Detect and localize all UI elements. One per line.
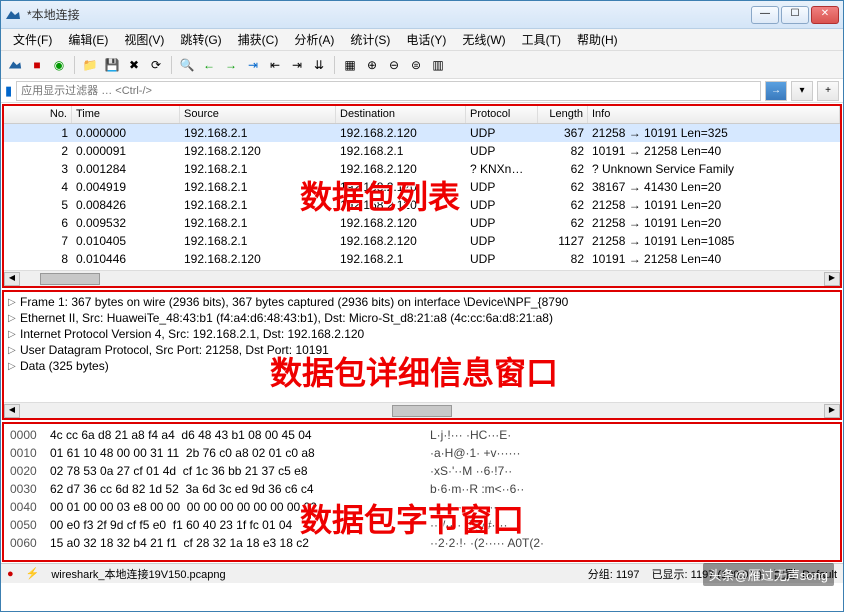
save-icon[interactable]: 💾 <box>102 55 122 75</box>
minimize-button[interactable]: — <box>751 6 779 24</box>
col-source[interactable]: Source <box>180 106 336 123</box>
menu-help[interactable]: 帮助(H) <box>569 29 626 50</box>
title-bar: *本地连接 — ☐ ✕ <box>1 1 843 29</box>
maximize-button[interactable]: ☐ <box>781 6 809 24</box>
hex-row[interactable]: 006015 a0 32 18 32 b4 21 f1 cf 28 32 1a … <box>10 534 834 552</box>
packet-details-body[interactable]: ▷Frame 1: 367 bytes on wire (2936 bits),… <box>4 292 840 402</box>
expand-icon[interactable]: ▷ <box>8 345 20 356</box>
menu-go[interactable]: 跳转(G) <box>172 29 229 50</box>
hscrollbar[interactable]: ◀▶ <box>4 402 840 418</box>
col-protocol[interactable]: Protocol <box>466 106 538 123</box>
detail-row[interactable]: ▷Ethernet II, Src: HuaweiTe_48:43:b1 (f4… <box>6 310 838 326</box>
packet-list-header: No. Time Source Destination Protocol Len… <box>4 106 840 124</box>
zoom-reset-icon[interactable]: ⊜ <box>406 55 426 75</box>
close-button[interactable]: ✕ <box>811 6 839 24</box>
filter-apply-button[interactable]: → <box>765 81 787 101</box>
detail-row[interactable]: ▷Frame 1: 367 bytes on wire (2936 bits),… <box>6 294 838 310</box>
detail-row[interactable]: ▷User Datagram Protocol, Src Port: 21258… <box>6 342 838 358</box>
hex-row[interactable]: 001001 61 10 48 00 00 31 11 2b 76 c0 a8 … <box>10 444 834 462</box>
capture-icon: ⚡ <box>26 567 40 580</box>
packet-row[interactable]: 20.000091192.168.2.120192.168.2.1UDP8210… <box>4 142 840 160</box>
stop-icon[interactable]: ■ <box>27 55 47 75</box>
packet-list-body[interactable]: 10.000000192.168.2.1192.168.2.120UDP3672… <box>4 124 840 270</box>
watermark: 头条@雁过无声song <box>703 563 834 586</box>
menu-edit[interactable]: 编辑(E) <box>60 29 116 50</box>
packet-bytes-body[interactable]: 00004c cc 6a d8 21 a8 f4 a4 d6 48 43 b1 … <box>4 424 840 562</box>
menu-view[interactable]: 视图(V) <box>116 29 172 50</box>
packet-row[interactable]: 50.008426192.168.2.1192.168.2.120UDP6221… <box>4 196 840 214</box>
col-no[interactable]: No. <box>4 106 72 123</box>
filter-add-button[interactable]: + <box>817 81 839 101</box>
packet-row[interactable]: 70.010405192.168.2.1192.168.2.120UDP1127… <box>4 232 840 250</box>
packet-row[interactable]: 60.009532192.168.2.1192.168.2.120UDP6221… <box>4 214 840 232</box>
filter-input[interactable] <box>16 81 761 101</box>
last-icon[interactable]: ⇥ <box>287 55 307 75</box>
packet-row[interactable]: 80.010446192.168.2.120192.168.2.1UDP8210… <box>4 250 840 268</box>
packet-row[interactable]: 10.000000192.168.2.1192.168.2.120UDP3672… <box>4 124 840 142</box>
zoom-in-icon[interactable]: ⊕ <box>362 55 382 75</box>
toolbar: ■ ◉ 📁 💾 ✖ ⟳ 🔍 ← → ⇥ ⇤ ⇥ ⇊ ▦ ⊕ ⊖ ⊜ ▥ <box>1 51 843 79</box>
zoom-out-icon[interactable]: ⊖ <box>384 55 404 75</box>
filter-bar: ▮ → ▾ + <box>1 79 843 103</box>
hex-row[interactable]: 00004c cc 6a d8 21 a8 f4 a4 d6 48 43 b1 … <box>10 426 834 444</box>
restart-icon[interactable]: ◉ <box>49 55 69 75</box>
col-info[interactable]: Info <box>588 106 840 123</box>
packet-details-panel: ▷Frame 1: 367 bytes on wire (2936 bits),… <box>2 290 842 420</box>
find-icon[interactable]: 🔍 <box>177 55 197 75</box>
menu-capture[interactable]: 捕获(C) <box>230 29 287 50</box>
status-packets: 分组: 1197 <box>588 566 640 582</box>
expand-icon[interactable]: ▷ <box>8 313 20 324</box>
menu-statistics[interactable]: 统计(S) <box>342 29 398 50</box>
packet-row[interactable]: 30.001284192.168.2.1192.168.2.120? KNXn…… <box>4 160 840 178</box>
menu-wireless[interactable]: 无线(W) <box>454 29 513 50</box>
hex-row[interactable]: 002002 78 53 0a 27 cf 01 4d cf 1c 36 bb … <box>10 462 834 480</box>
reload-icon[interactable]: ⟳ <box>146 55 166 75</box>
goto-icon[interactable]: ⇥ <box>243 55 263 75</box>
bookmark-icon[interactable]: ▮ <box>5 83 12 99</box>
detail-row[interactable]: ▷Internet Protocol Version 4, Src: 192.1… <box>6 326 838 342</box>
expand-icon[interactable]: ▷ <box>8 361 20 372</box>
menu-tools[interactable]: 工具(T) <box>514 29 569 50</box>
colorize-icon[interactable]: ▦ <box>340 55 360 75</box>
menu-file[interactable]: 文件(F) <box>5 29 60 50</box>
prev-icon[interactable]: ← <box>199 55 219 75</box>
ready-icon: ● <box>7 568 14 580</box>
next-icon[interactable]: → <box>221 55 241 75</box>
menu-analyze[interactable]: 分析(A) <box>286 29 342 50</box>
filter-expression-button[interactable]: ▾ <box>791 81 813 101</box>
shark-icon[interactable] <box>5 55 25 75</box>
menu-bar: 文件(F) 编辑(E) 视图(V) 跳转(G) 捕获(C) 分析(A) 统计(S… <box>1 29 843 51</box>
hex-row[interactable]: 004000 01 00 00 03 e8 00 00 00 00 00 00 … <box>10 498 834 516</box>
hex-row[interactable]: 003062 d7 36 cc 6d 82 1d 52 3a 6d 3c ed … <box>10 480 834 498</box>
first-icon[interactable]: ⇤ <box>265 55 285 75</box>
expand-icon[interactable]: ▷ <box>8 329 20 340</box>
packet-list-panel: No. Time Source Destination Protocol Len… <box>2 104 842 288</box>
hscrollbar[interactable]: ◀▶ <box>4 270 840 286</box>
status-file: wireshark_本地连接19V150.pcapng <box>51 566 575 582</box>
expand-icon[interactable]: ▷ <box>8 297 20 308</box>
resize-cols-icon[interactable]: ▥ <box>428 55 448 75</box>
detail-row[interactable]: ▷Data (325 bytes) <box>6 358 838 374</box>
autoscroll-icon[interactable]: ⇊ <box>309 55 329 75</box>
col-destination[interactable]: Destination <box>336 106 466 123</box>
window-title: *本地连接 <box>27 6 751 23</box>
packet-bytes-panel: 00004c cc 6a d8 21 a8 f4 a4 d6 48 43 b1 … <box>2 422 842 562</box>
app-icon <box>5 7 21 23</box>
open-icon[interactable]: 📁 <box>80 55 100 75</box>
close-file-icon[interactable]: ✖ <box>124 55 144 75</box>
packet-row[interactable]: 40.004919192.168.2.1192.168.2.120UDP6238… <box>4 178 840 196</box>
menu-telephony[interactable]: 电话(Y) <box>398 29 454 50</box>
hex-row[interactable]: 005000 e0 f3 2f 9d cf f5 e0 f1 60 40 23 … <box>10 516 834 534</box>
col-length[interactable]: Length <box>538 106 588 123</box>
col-time[interactable]: Time <box>72 106 180 123</box>
